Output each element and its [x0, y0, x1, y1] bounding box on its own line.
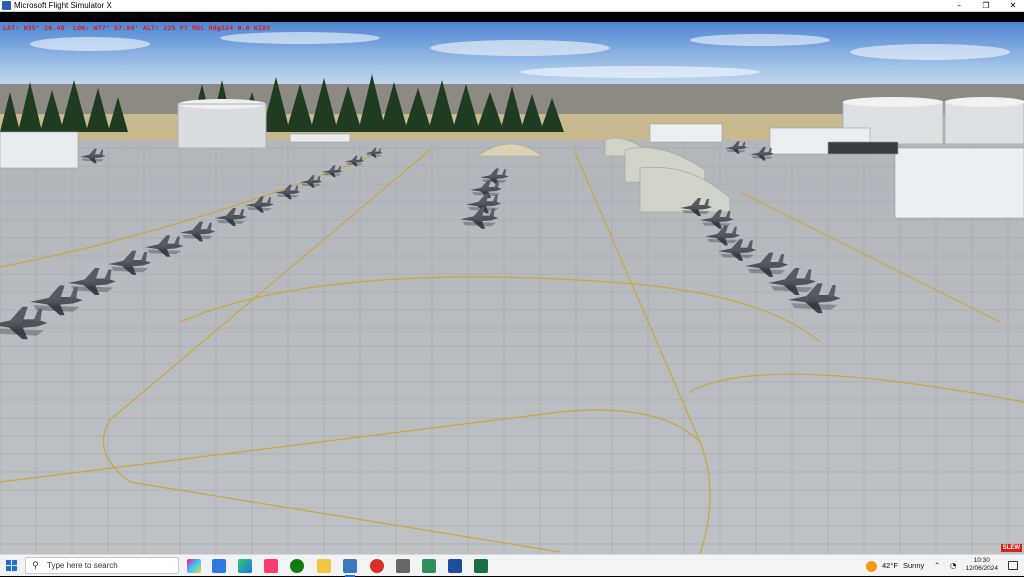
taskbar-clock[interactable]: 10:30 12/06/2024	[965, 557, 998, 573]
window-title: Microsoft Flight Simulator X	[14, 1, 112, 10]
wifi-icon[interactable]: ◔	[950, 555, 957, 577]
game-icon[interactable]	[396, 559, 410, 573]
chrome-icon[interactable]	[370, 559, 384, 573]
search-icon: ⚲	[32, 561, 39, 571]
notification-icon[interactable]	[1008, 561, 1018, 570]
slew-indicator: SLEW	[1000, 544, 1022, 552]
weather-temp[interactable]: 42°F	[882, 555, 898, 577]
search-placeholder: Type here to search	[47, 561, 118, 570]
fsx-app-icon	[2, 1, 11, 10]
clock-date: 12/06/2024	[965, 565, 998, 572]
menu-options[interactable]: Options	[88, 12, 112, 22]
close-button[interactable]: ✕	[1004, 0, 1022, 12]
menu-views[interactable]: Views	[120, 12, 139, 22]
menu-aircraft[interactable]: Aircraft	[33, 12, 55, 22]
airbase-scene	[0, 22, 1024, 554]
menu-bar: Flights Aircraft World Options Views Hel…	[0, 12, 1024, 22]
tray-chevron-icon[interactable]: ⌃	[934, 555, 940, 577]
tree-app-icon[interactable]	[422, 559, 436, 573]
xbox-icon[interactable]	[290, 559, 304, 573]
weather-condition[interactable]: Sunny	[903, 555, 924, 577]
left-storage-tank	[177, 99, 267, 149]
simulator-viewport[interactable]	[0, 22, 1024, 554]
excel-icon[interactable]	[474, 559, 488, 573]
notes-app-icon[interactable]	[448, 559, 462, 573]
position-readout: LAT: N35° 20.40' LON: W77° 57.84' ALT: 2…	[3, 24, 271, 32]
clock-time: 10:30	[973, 557, 990, 564]
weather-icon[interactable]	[866, 555, 877, 577]
menu-world[interactable]: World	[64, 12, 82, 22]
menu-help[interactable]: Help	[145, 12, 159, 22]
taskbar-search-box[interactable]: ⚲ Type here to search	[25, 557, 179, 574]
menu-flights[interactable]: Flights	[6, 12, 27, 22]
maximize-button[interactable]: ❐	[977, 0, 995, 12]
music-icon[interactable]	[264, 559, 278, 573]
file-explorer-icon[interactable]	[317, 559, 331, 573]
apron-grid	[0, 142, 1024, 554]
minimize-button[interactable]: –	[950, 0, 968, 12]
edge-icon[interactable]	[238, 559, 252, 573]
copilot-icon[interactable]	[187, 559, 201, 573]
menu-add-ons[interactable]: Add-ons	[166, 12, 192, 22]
widgets-icon[interactable]	[212, 559, 226, 573]
flight-sim-icon[interactable]	[343, 559, 357, 577]
windows-start-button[interactable]	[6, 560, 18, 572]
taskbar: ⚲ Type here to search 42°F Sunny ⌃ ◔ 10:…	[0, 554, 1024, 577]
window-title-bar: Microsoft Flight Simulator X – ❐ ✕	[0, 0, 1024, 12]
